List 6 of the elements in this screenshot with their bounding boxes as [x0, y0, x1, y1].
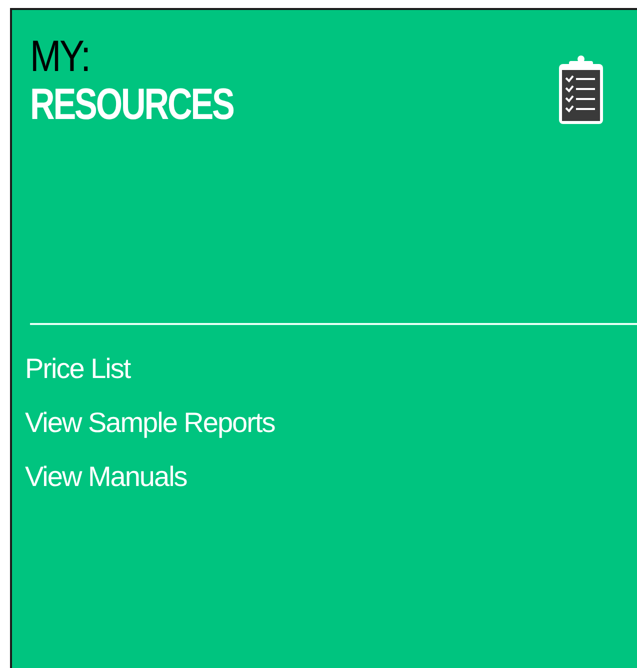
resource-link[interactable]: View Sample Reports: [25, 407, 275, 439]
panel-title: RESOURCES: [30, 80, 234, 130]
resource-link[interactable]: Price List: [25, 353, 130, 385]
clipboard-checklist-icon: [557, 54, 605, 126]
resource-link[interactable]: View Manuals: [25, 461, 187, 493]
title-prefix: MY:: [30, 34, 90, 80]
